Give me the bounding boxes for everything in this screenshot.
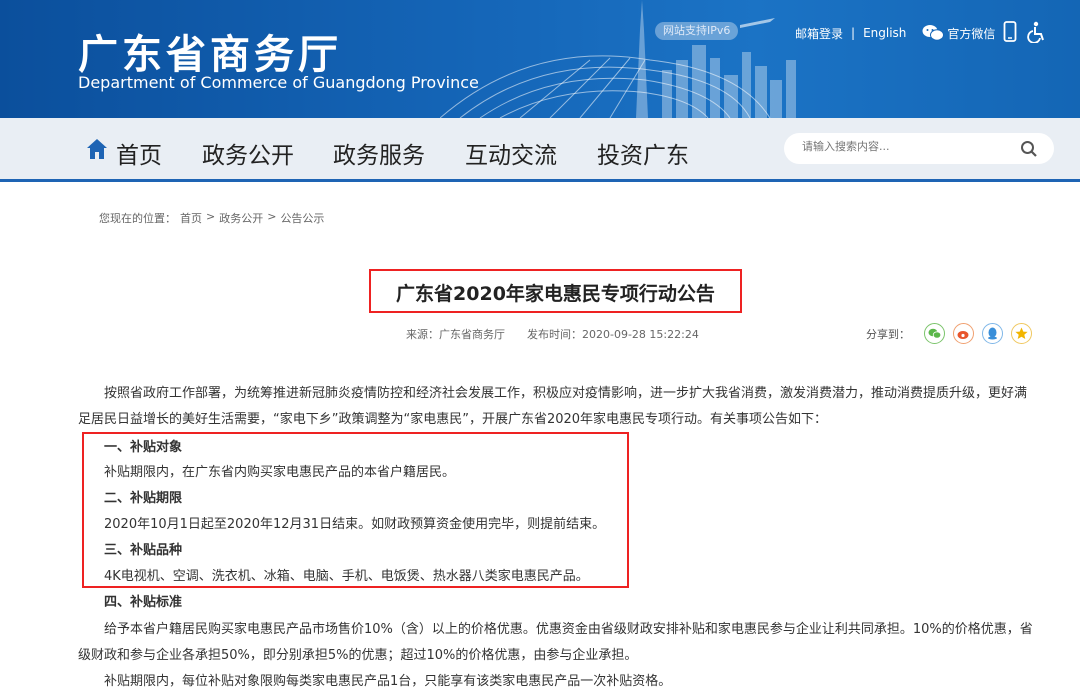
accessibility-icon[interactable] [1027,21,1047,43]
share-bar: 分享到： [866,323,1032,344]
article-source: 来源：广东省商务厅 [406,328,505,341]
breadcrumb-announcements[interactable]: 公告公示 [280,210,324,226]
share-weibo-icon[interactable] [953,323,974,344]
intro-paragraph-line-2: 足居民日益增长的美好生活需要，“家电下乡”政策调整为“家电惠民”，开展广东省20… [78,412,828,427]
nav-item-home[interactable]: 首页 [116,136,162,170]
home-icon[interactable] [86,138,108,160]
site-logo-title[interactable]: 广东省商务厅 [78,22,342,80]
breadcrumb: 您现在的位置： 首页 > 政务公开 > 公告公示 [99,210,328,226]
share-label: 分享到： [866,327,910,341]
section-4-heading: 四、补贴标准 [104,595,183,610]
top-links: 邮箱登录 | English 官方微信 [795,24,995,42]
search-input[interactable] [802,140,1002,153]
article-publish-time: 发布时间：2020-09-28 15:22:24 [527,328,699,341]
share-qzone-icon[interactable] [1011,323,1032,344]
breadcrumb-government-affairs[interactable]: 政务公开 [219,210,263,226]
sections-highlight-box [82,432,629,588]
ipv6-badge: 网站支持IPv6 [655,22,739,40]
article-meta: 来源：广东省商务厅 发布时间：2020-09-28 15:22:24 [406,326,699,342]
english-link[interactable]: English [863,26,906,40]
nav-item-government-affairs[interactable]: 政务公开 [202,136,294,170]
article-title: 广东省2020年家电惠民专项行动公告 [396,283,715,305]
breadcrumb-sep: > [267,210,277,223]
breadcrumb-sep: > [206,210,216,223]
breadcrumb-prefix: 您现在的位置： [99,212,176,225]
search-icon[interactable] [1020,140,1038,158]
share-qq-icon[interactable] [982,323,1003,344]
nav-item-government-services[interactable]: 政务服务 [333,136,425,170]
wechat-icon [922,25,945,41]
breadcrumb-home[interactable]: 首页 [180,210,202,226]
nav-item-interaction[interactable]: 互动交流 [465,136,557,170]
wechat-label: 官方微信 [947,26,996,41]
share-wechat-icon[interactable] [924,323,945,344]
nav-item-invest[interactable]: 投资广东 [597,136,689,170]
mail-login-link[interactable]: 邮箱登录 [795,25,843,42]
search-box [784,133,1054,164]
link-separator: | [851,26,856,40]
skyline-illustration [440,0,796,118]
section-4-text-line-2: 级财政和参与企业各承担50%，即分别承担5%的优惠；超过10%的价格优惠，由参与… [78,648,638,663]
site-logo-subtitle: Department of Commerce of Guangdong Prov… [78,73,479,92]
section-4-text-line-1: 给予本省户籍居民购买家电惠民产品市场售价10%（含）以上的价格优惠。优惠资金由省… [104,622,1033,637]
section-4-text-line-3: 补贴期限内，每位补贴对象限购每类家电惠民产品1台，只能享有该类家电惠民产品一次补… [104,674,672,689]
title-highlight-box: 广东省2020年家电惠民专项行动公告 [369,269,742,313]
intro-paragraph-line-1: 按照省政府工作部署，为统筹推进新冠肺炎疫情防控和经济社会发展工作，积极应对疫情影… [104,386,1028,401]
site-header: 广东省商务厅 Department of Commerce of Guangdo… [0,0,1080,118]
mobile-phone-icon[interactable] [1003,21,1017,42]
wechat-link[interactable]: 官方微信 [922,24,995,42]
